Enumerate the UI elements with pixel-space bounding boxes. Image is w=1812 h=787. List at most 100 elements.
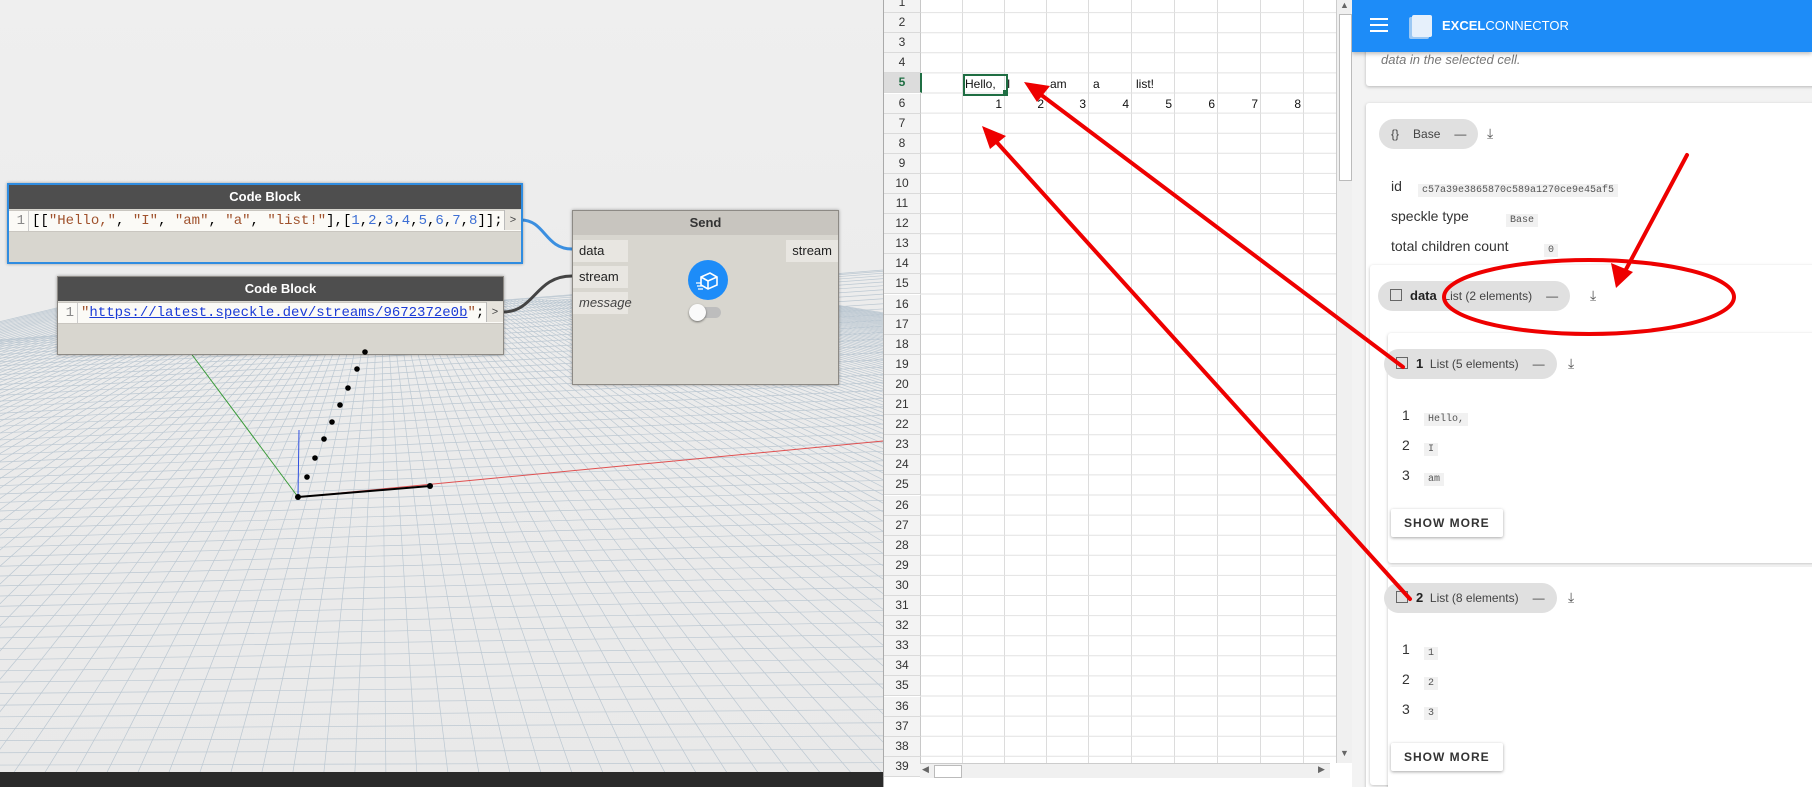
download-icon[interactable]: ⤓ [1568, 589, 1574, 606]
scroll-right-arrow[interactable]: ▶ [1318, 764, 1325, 775]
row-header-4[interactable]: 4 [884, 53, 921, 74]
list-item-index: 3 [1402, 701, 1410, 717]
list-item-value: 3 [1424, 702, 1439, 720]
cell-B6[interactable]: 1 [963, 94, 1002, 114]
cell-F5[interactable]: list! [1136, 74, 1154, 94]
download-icon[interactable]: ⤓ [1568, 355, 1574, 372]
braces-icon: {} [1391, 127, 1400, 141]
children-count-value: 0 [1544, 239, 1559, 257]
row-header-29[interactable]: 29 [884, 555, 921, 576]
h-scroll-thumb[interactable] [934, 765, 962, 778]
list-item-value: 1 [1424, 642, 1439, 660]
row-header-15[interactable]: 15 [884, 274, 921, 295]
list-item-value: am [1424, 468, 1445, 486]
horizontal-scrollbar[interactable]: ◀ ▶ [920, 763, 1330, 778]
row-header-33[interactable]: 33 [884, 636, 921, 657]
excel-sheet[interactable]: 1 2 3 4 5 6 7 8 9 10 11 12 13 14 15 16 17 18 19 20 21 22 23 24 2… [883, 0, 1353, 787]
row-header-34[interactable]: 34 [884, 656, 921, 677]
row-header-23[interactable]: 23 [884, 435, 921, 456]
list2-chip[interactable]: 2 List (8 elements) — [1384, 583, 1557, 613]
data-chip[interactable]: data List (2 elements) — [1378, 281, 1571, 311]
cell-F6[interactable]: 5 [1132, 94, 1172, 114]
row-header-12[interactable]: 12 [884, 214, 921, 235]
row-header-17[interactable]: 17 [884, 314, 921, 335]
row-header-1[interactable]: 1 [884, 0, 921, 14]
row-header-9[interactable]: 9 [884, 153, 921, 174]
cell-E6[interactable]: 4 [1089, 94, 1129, 114]
row-header-20[interactable]: 20 [884, 374, 921, 395]
cell-B5[interactable]: Hello, [965, 74, 996, 94]
row-header-13[interactable]: 13 [884, 234, 921, 255]
list1-chip[interactable]: 1 List (5 elements) — [1384, 349, 1557, 379]
scroll-left-arrow[interactable]: ◀ [922, 764, 929, 775]
row-header-11[interactable]: 11 [884, 194, 921, 215]
row-header-3[interactable]: 3 [884, 33, 921, 54]
collapse-icon[interactable]: — [1546, 289, 1558, 303]
row-header-37[interactable]: 37 [884, 716, 921, 737]
row-header-22[interactable]: 22 [884, 415, 921, 436]
row-header-28[interactable]: 28 [884, 535, 921, 556]
scroll-thumb[interactable] [1339, 14, 1352, 181]
cell-C5[interactable]: I [1007, 74, 1010, 94]
cell-C6[interactable]: 2 [1005, 94, 1044, 114]
info-text: data in the selected cell. [1381, 52, 1521, 67]
row-header-26[interactable]: 26 [884, 495, 921, 516]
id-value: c57a39e3865870c589a1270ce9e45af5 [1418, 179, 1619, 197]
scroll-up-arrow[interactable]: ▲ [1340, 0, 1349, 10]
row-header-18[interactable]: 18 [884, 334, 921, 355]
row-header-16[interactable]: 16 [884, 294, 921, 315]
row-header-6[interactable]: 6 [884, 93, 921, 114]
dynamo-canvas[interactable]: Code Block 1 [["Hello,", "I", "am", "a", … [0, 0, 883, 787]
cell-G6[interactable]: 6 [1175, 94, 1215, 114]
download-icon[interactable]: ⤓ [1590, 287, 1596, 304]
vertical-scrollbar[interactable]: ▲ ▼ [1336, 0, 1353, 763]
children-count-label: total children count [1391, 238, 1509, 254]
row-header-10[interactable]: 10 [884, 173, 921, 194]
speckle-type-label: speckle type [1391, 208, 1469, 224]
list-item-value: Hello, [1424, 408, 1469, 426]
row-header-24[interactable]: 24 [884, 455, 921, 476]
cell-E5[interactable]: a [1093, 74, 1100, 94]
row-header-7[interactable]: 7 [884, 113, 921, 134]
cell-H6[interactable]: 7 [1218, 94, 1258, 114]
row-header-14[interactable]: 14 [884, 254, 921, 275]
row-header-19[interactable]: 19 [884, 354, 921, 375]
speckle-logo-icon [1412, 15, 1432, 37]
row-header-25[interactable]: 25 [884, 475, 921, 496]
row-header-38[interactable]: 38 [884, 736, 921, 757]
show-more-button[interactable]: SHOW MORE [1391, 743, 1503, 771]
speckle-type-value: Base [1506, 209, 1539, 227]
row-header-27[interactable]: 27 [884, 515, 921, 536]
id-label: id [1391, 178, 1402, 194]
list-icon [1396, 357, 1408, 369]
cell-D6[interactable]: 3 [1047, 94, 1086, 114]
row-header-31[interactable]: 31 [884, 596, 921, 617]
row-header-8[interactable]: 8 [884, 133, 921, 154]
canvas-bottom-bar [0, 772, 883, 787]
row-header-2[interactable]: 2 [884, 13, 921, 34]
cell-I6[interactable]: 8 [1261, 94, 1301, 114]
row-header-5[interactable]: 5 [884, 73, 922, 94]
list-item-value: 2 [1424, 672, 1439, 690]
row-header-39[interactable]: 39 [884, 756, 921, 777]
row-header-36[interactable]: 36 [884, 696, 921, 717]
row-header-32[interactable]: 32 [884, 616, 921, 637]
list-card-1: 1 List (5 elements) — ⤓ 1 Hello, 2 I 3 am… [1384, 333, 1812, 563]
list-item-index: 2 [1402, 671, 1410, 687]
collapse-icon[interactable]: — [1533, 357, 1545, 371]
download-icon[interactable]: ⤓ [1487, 125, 1493, 142]
row-header-21[interactable]: 21 [884, 395, 921, 416]
excel-connector-panel: EXCELCONNECTOR data in the selected cell… [1352, 0, 1812, 787]
app-title: EXCELCONNECTOR [1442, 18, 1569, 33]
collapse-icon[interactable]: — [1454, 127, 1466, 141]
collapse-icon[interactable]: — [1533, 591, 1545, 605]
row-header-30[interactable]: 30 [884, 575, 921, 596]
base-chip[interactable]: {} Base — [1379, 119, 1479, 149]
list-item-value: I [1424, 438, 1439, 456]
show-more-button[interactable]: SHOW MORE [1391, 509, 1503, 537]
scroll-down-arrow[interactable]: ▼ [1340, 748, 1349, 758]
menu-icon[interactable] [1370, 18, 1388, 32]
row-header-35[interactable]: 35 [884, 676, 921, 697]
sheet-gridlines [920, 0, 1336, 763]
cell-D5[interactable]: am [1050, 74, 1067, 94]
